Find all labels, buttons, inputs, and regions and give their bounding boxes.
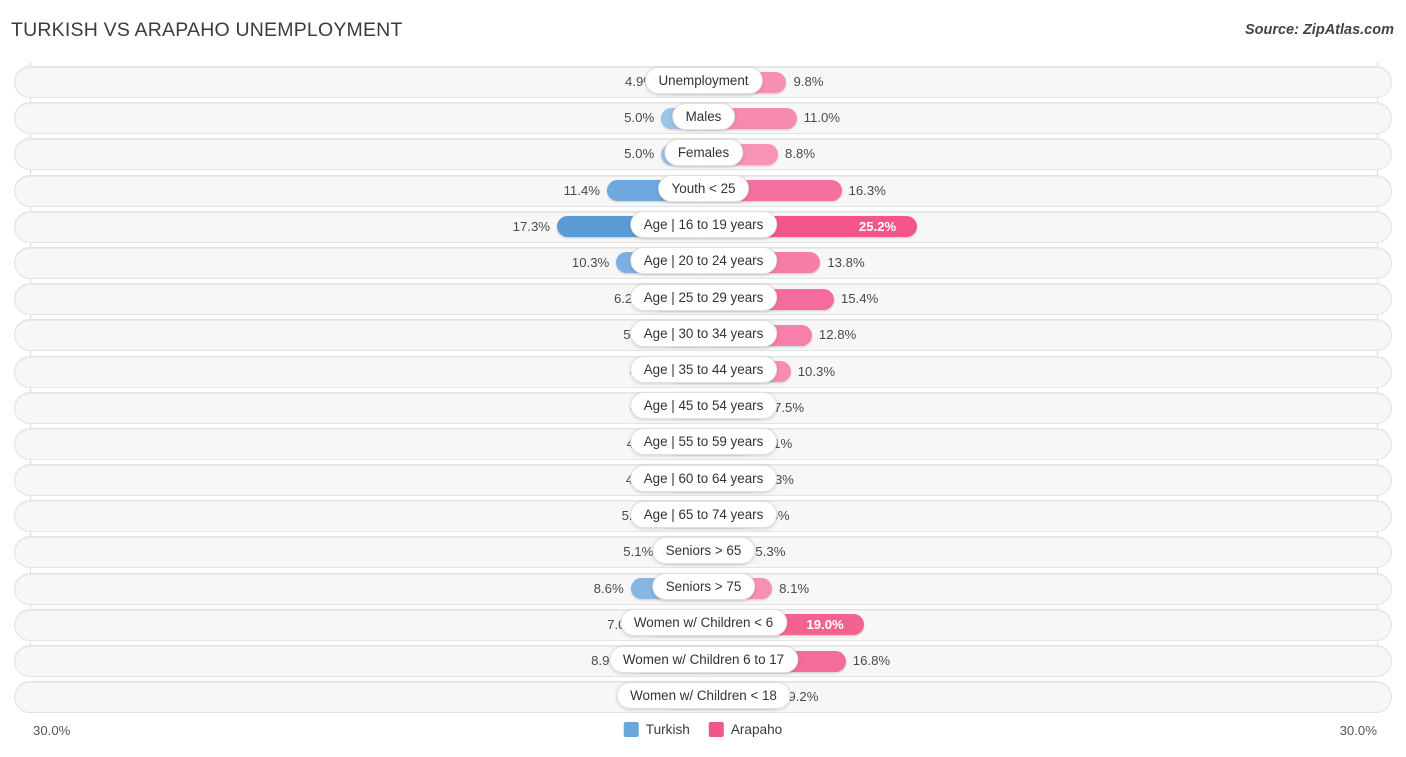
- row-bars: 5.3%5.8%Age | 65 to 74 years: [0, 498, 1406, 534]
- category-label[interactable]: Age | 25 to 29 years: [629, 283, 778, 311]
- value-label-arapaho: 16.8%: [852, 653, 891, 668]
- value-label-arapaho: 8.8%: [785, 146, 816, 162]
- page-title: TURKISH VS ARAPAHO UNEMPLOYMENT: [11, 19, 403, 41]
- category-label[interactable]: Age | 60 to 64 years: [629, 464, 778, 492]
- legend-swatch-icon: [623, 722, 639, 737]
- row-bars: 8.9% 16.8% Women w/ Children 6 to 17: [0, 643, 1406, 679]
- value-label-arapaho: 13.8%: [827, 254, 865, 270]
- category-label[interactable]: Age | 30 to 34 years: [629, 319, 778, 347]
- chart-row: 10.3% 13.8% Age | 20 to 24 years: [0, 245, 1406, 281]
- value-label-turkish: 5.1%: [623, 544, 654, 560]
- chart-row: 5.0% 8.8% Females: [0, 136, 1406, 172]
- chart-rows: 4.9% 9.8% Unemployment 5.0% 11.0% Males 5.0% 8.…: [0, 64, 1406, 715]
- value-label-arapaho: 25.2%: [858, 218, 897, 234]
- chart-header: TURKISH VS ARAPAHO UNEMPLOYMENT Source: …: [0, 0, 1406, 62]
- row-bars: 17.3% 25.2% Age | 16 to 19 years: [0, 209, 1406, 245]
- chart-row: 4.3%7.5%Age | 45 to 54 years: [0, 390, 1406, 426]
- category-label[interactable]: Seniors > 65: [651, 536, 756, 564]
- category-label[interactable]: Seniors > 75: [651, 573, 756, 601]
- category-label[interactable]: Males: [671, 102, 736, 130]
- chart-row: 4.3%10.3%Age | 35 to 44 years: [0, 354, 1406, 390]
- category-label[interactable]: Age | 16 to 19 years: [629, 211, 778, 239]
- row-bars: 5.1%12.8%Age | 30 to 34 years: [0, 317, 1406, 353]
- value-label-arapaho: 19.0%: [806, 616, 844, 632]
- chart-row: 8.6% 8.1% Seniors > 75: [0, 571, 1406, 607]
- value-label-turkish: 8.6%: [593, 580, 624, 596]
- row-bars: 4.7%6.1%Age | 55 to 59 years: [0, 426, 1406, 462]
- category-label[interactable]: Age | 20 to 24 years: [629, 247, 778, 275]
- row-bars: 4.9% 9.8% Unemployment: [0, 64, 1406, 100]
- value-label-arapaho: 9.2%: [788, 689, 819, 705]
- value-label-arapaho: 12.8%: [818, 327, 857, 343]
- row-bars: 7.0%19.0%Women w/ Children < 6: [0, 607, 1406, 643]
- value-label-arapaho: 5.3%: [755, 544, 786, 560]
- legend-label: Arapaho: [730, 722, 783, 737]
- chart-row: 11.4% 16.3% Youth < 25: [0, 173, 1406, 209]
- chart-row: 5.1% 5.3% Seniors > 65: [0, 534, 1406, 570]
- chart-plot-area: 4.9% 9.8% Unemployment 5.0% 11.0% Males 5.0% 8.…: [0, 62, 1406, 719]
- value-label-arapaho: 16.3%: [848, 182, 886, 198]
- row-bars: 5.0% 8.8% Females: [0, 136, 1406, 172]
- chart-legend: Turkish Arapaho: [623, 722, 783, 737]
- category-label[interactable]: Age | 45 to 54 years: [629, 392, 778, 420]
- row-bars: 8.6% 8.1% Seniors > 75: [0, 571, 1406, 607]
- row-bars: 11.4% 16.3% Youth < 25: [0, 173, 1406, 209]
- row-bars: 4.8%6.3%Age | 60 to 64 years: [0, 462, 1406, 498]
- category-label[interactable]: Unemployment: [644, 66, 763, 94]
- row-bars: 4.3%7.5%Age | 45 to 54 years: [0, 390, 1406, 426]
- value-label-turkish: 11.4%: [563, 182, 600, 198]
- category-label[interactable]: Women w/ Children < 6: [619, 609, 788, 637]
- chart-row: 5.0% 11.0% Males: [0, 100, 1406, 136]
- legend-item[interactable]: Turkish: [623, 722, 690, 737]
- chart-row: 5.1%12.8%Age | 30 to 34 years: [0, 317, 1406, 353]
- row-bars: 6.2%15.4%Age | 25 to 29 years: [0, 281, 1406, 317]
- axis-label-right: 30.0%: [1339, 723, 1377, 738]
- chart-row: 7.0%19.0%Women w/ Children < 6: [0, 607, 1406, 643]
- chart-row: 4.7%6.1%Age | 55 to 59 years: [0, 426, 1406, 462]
- chart-footer: 30.0% 30.0% Turkish Arapaho: [0, 712, 1406, 757]
- axis-label-left: 30.0%: [33, 723, 71, 738]
- category-label[interactable]: Women w/ Children 6 to 17: [608, 645, 799, 673]
- value-label-turkish: 5.0%: [624, 110, 655, 126]
- legend-swatch-icon: [708, 722, 724, 737]
- legend-label: Turkish: [645, 722, 690, 737]
- chart-row: 8.9% 16.8% Women w/ Children 6 to 17: [0, 643, 1406, 679]
- row-bars: 4.3%10.3%Age | 35 to 44 years: [0, 354, 1406, 390]
- row-bars: 5.1% 5.3% Seniors > 65: [0, 534, 1406, 570]
- row-bars: 10.3% 13.8% Age | 20 to 24 years: [0, 245, 1406, 281]
- chart-row: 5.3%5.8%Age | 65 to 74 years: [0, 498, 1406, 534]
- value-label-turkish: 5.0%: [624, 146, 655, 162]
- value-label-arapaho: 8.1%: [779, 580, 810, 596]
- category-label[interactable]: Youth < 25: [657, 175, 750, 203]
- category-label[interactable]: Women w/ Children < 18: [616, 681, 791, 709]
- value-label-arapaho: 9.8%: [793, 74, 824, 89]
- value-label-arapaho: 11.0%: [803, 110, 841, 126]
- value-label-turkish: 17.3%: [512, 218, 551, 234]
- row-bars: 5.0%9.2%Women w/ Children < 18: [0, 679, 1406, 715]
- chart-row: 4.8%6.3%Age | 60 to 64 years: [0, 462, 1406, 498]
- category-label[interactable]: Age | 35 to 44 years: [629, 356, 778, 383]
- source-attribution: Source: ZipAtlas.com: [1244, 22, 1394, 38]
- value-label-arapaho: 7.5%: [774, 399, 805, 415]
- category-label[interactable]: Females: [663, 138, 744, 166]
- value-label-arapaho: 15.4%: [840, 291, 879, 307]
- chart-row: 17.3% 25.2% Age | 16 to 19 years: [0, 209, 1406, 245]
- chart-row: 5.0%9.2%Women w/ Children < 18: [0, 679, 1406, 715]
- chart-page: TURKISH VS ARAPAHO UNEMPLOYMENT Source: …: [0, 0, 1406, 757]
- value-label-turkish: 10.3%: [571, 254, 610, 270]
- legend-item[interactable]: Arapaho: [708, 722, 783, 737]
- chart-row: 4.9% 9.8% Unemployment: [0, 64, 1406, 100]
- row-bars: 5.0% 11.0% Males: [0, 100, 1406, 136]
- category-label[interactable]: Age | 65 to 74 years: [629, 500, 778, 528]
- value-label-arapaho: 10.3%: [797, 363, 836, 379]
- chart-row: 6.2%15.4%Age | 25 to 29 years: [0, 281, 1406, 317]
- category-label[interactable]: Age | 55 to 59 years: [629, 428, 778, 456]
